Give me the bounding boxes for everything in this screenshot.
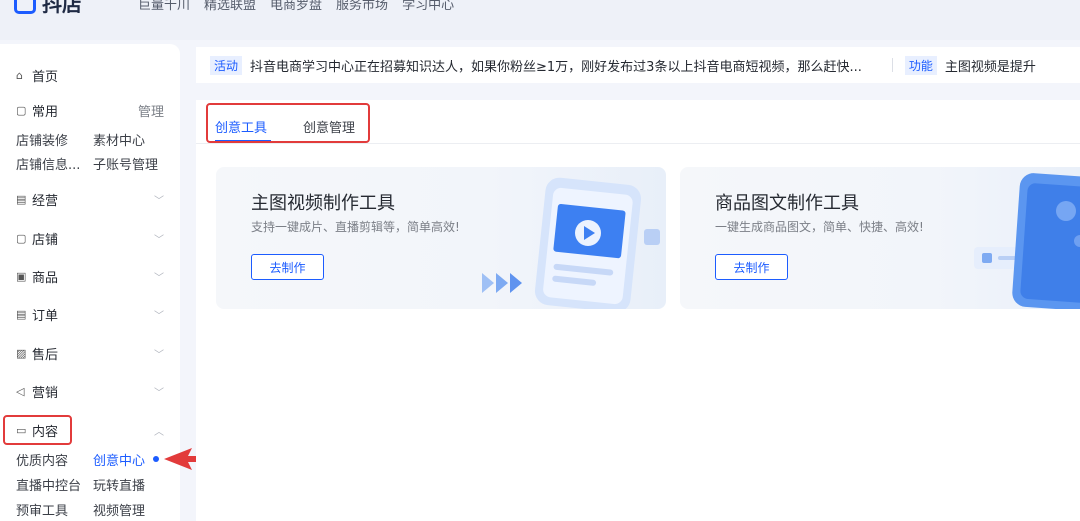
video-tool-card[interactable]: 主图视频制作工具 支持一键成片、直播剪辑等，简单高效! 去制作 [216, 167, 666, 309]
chart-icon: ▤ [16, 192, 27, 206]
sidebar-item-marketing[interactable]: ◁ 营销 ﹀ [16, 381, 164, 401]
product-icon: ▣ [16, 269, 27, 283]
home-icon: ⌂ [16, 68, 23, 82]
card-desc: 一键生成商品图文，简单、快捷、高效! [715, 220, 924, 234]
sidebar-item-label: 营销 [32, 385, 59, 401]
sidebar-item-products[interactable]: ▣ 商品 ﹀ [16, 266, 164, 286]
sidebar-item-label: 常用 [32, 104, 59, 120]
sidebar: ⌂ 首页 ▢ 常用 管理 店铺装修 素材中心 店铺信息... 子账号管理 ▤ 经… [0, 44, 180, 521]
highlight-box [206, 103, 370, 143]
top-nav-item[interactable]: 精选联盟 [204, 0, 256, 13]
sidebar-subitem[interactable]: 店铺装修 [16, 130, 68, 149]
notice-bar: 活动 抖音电商学习中心正在招募知识达人，如果你粉丝≥1万，刚好发布过3条以上抖音… [196, 47, 1080, 83]
sidebar-subitem-creative-center[interactable]: 创意中心 [93, 450, 145, 469]
card-title: 商品图文制作工具 [715, 193, 859, 214]
top-nav-item[interactable]: 服务市场 [336, 0, 388, 13]
main-panel: 创意工具 创意管理 主图视频制作工具 支持一键成片、直播剪辑等，简单高效! 去制… [196, 100, 1080, 521]
order-icon: ▤ [16, 307, 27, 321]
active-dot [153, 456, 159, 462]
chevron-up-icon: ︿ [154, 426, 164, 438]
sidebar-subitem[interactable]: 玩转直播 [93, 475, 145, 494]
chevron-down-icon: ﹀ [154, 387, 164, 399]
sidebar-item-label: 店铺 [32, 232, 59, 248]
sidebar-subitem[interactable]: 视频管理 [93, 500, 145, 519]
sidebar-subitem[interactable]: 子账号管理 [93, 154, 158, 173]
activity-tag: 活动 [210, 55, 243, 75]
notice-text[interactable]: 主图视频是提升 [945, 56, 1036, 75]
sidebar-item-label: 首页 [32, 69, 59, 85]
logo[interactable]: 抖店 [14, 0, 82, 17]
top-nav: 巨量千川 精选联盟 电商罗盘 服务市场 学习中心 [138, 0, 454, 13]
make-image-text-button[interactable]: 去制作 [715, 254, 788, 280]
make-video-button[interactable]: 去制作 [251, 254, 324, 280]
phone-image-illustration-icon [974, 173, 1080, 309]
sidebar-subitem[interactable]: 预审工具 [16, 500, 68, 519]
phone-video-illustration-icon [482, 177, 660, 309]
sidebar-item-label: 商品 [32, 270, 59, 286]
manage-link[interactable]: 管理 [138, 101, 164, 120]
megaphone-icon: ◁ [16, 384, 25, 398]
notice-text[interactable]: 抖音电商学习中心正在招募知识达人，如果你粉丝≥1万，刚好发布过3条以上抖音电商短… [250, 56, 862, 75]
folder-icon: ▢ [16, 103, 27, 117]
card-desc: 支持一键成片、直播剪辑等，简单高效! [251, 220, 460, 234]
sidebar-subitem[interactable]: 店铺信息... [16, 154, 80, 173]
logo-text: 抖店 [42, 0, 82, 16]
chevron-down-icon: ﹀ [154, 272, 164, 284]
sidebar-subitem[interactable]: 直播中控台 [16, 475, 81, 494]
sidebar-item-label: 订单 [32, 308, 59, 324]
highlight-box [3, 415, 72, 445]
sidebar-item-common[interactable]: ▢ 常用 管理 [16, 100, 164, 120]
sidebar-subitem[interactable]: 优质内容 [16, 450, 68, 469]
feature-tag: 功能 [904, 55, 937, 75]
top-nav-item[interactable]: 学习中心 [402, 0, 454, 13]
sidebar-item-label: 售后 [32, 347, 59, 363]
sidebar-subitem[interactable]: 素材中心 [93, 130, 145, 149]
image-text-tool-card[interactable]: 商品图文制作工具 一键生成商品图文，简单、快捷、高效! 去制作 [680, 167, 1080, 309]
chevron-down-icon: ﹀ [154, 195, 164, 207]
store-icon: ▢ [16, 231, 27, 245]
chevron-down-icon: ﹀ [154, 234, 164, 246]
top-nav-item[interactable]: 电商罗盘 [270, 0, 322, 13]
sidebar-item-aftersale[interactable]: ▨ 售后 ﹀ [16, 343, 164, 363]
sidebar-item-home[interactable]: ⌂ 首页 [16, 65, 164, 85]
sidebar-item-orders[interactable]: ▤ 订单 ﹀ [16, 304, 164, 324]
sidebar-item-label: 经营 [32, 193, 59, 209]
sidebar-item-store[interactable]: ▢ 店铺 ﹀ [16, 228, 164, 248]
top-bar: 抖店 巨量千川 精选联盟 电商罗盘 服务市场 学习中心 [0, 0, 1080, 40]
chevron-down-icon: ﹀ [154, 310, 164, 322]
logo-icon [14, 0, 36, 14]
top-nav-item[interactable]: 巨量千川 [138, 0, 190, 13]
sidebar-item-operation[interactable]: ▤ 经营 ﹀ [16, 189, 164, 209]
aftersale-icon: ▨ [16, 346, 27, 360]
card-title: 主图视频制作工具 [251, 193, 395, 214]
chevron-down-icon: ﹀ [154, 349, 164, 361]
divider [891, 58, 893, 72]
